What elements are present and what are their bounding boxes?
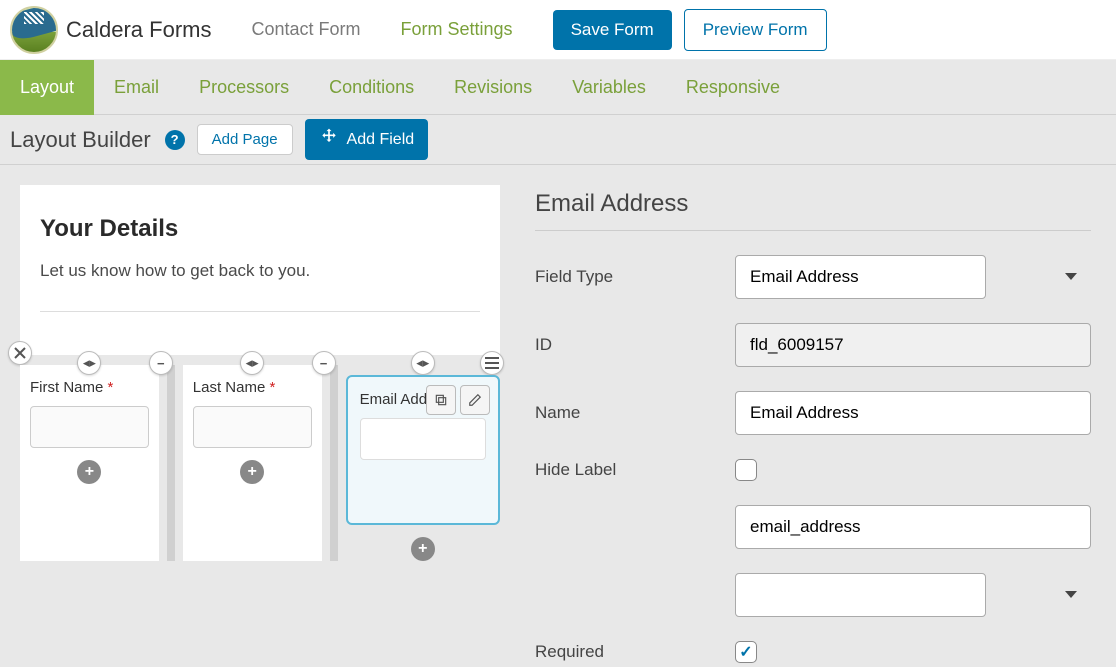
add-field-button[interactable]: Add Field (305, 119, 429, 160)
resize-col-icon[interactable]: ◂▸ (77, 351, 101, 375)
add-field-in-col-icon[interactable]: + (411, 537, 435, 561)
edit-field-icon[interactable] (460, 385, 490, 415)
email-input[interactable] (360, 418, 486, 460)
brand-text: Caldera Forms (66, 17, 211, 43)
add-field-label: Add Field (347, 131, 415, 149)
prop-field-type: Field Type (535, 255, 1091, 299)
properties-panel: Email Address Field Type ID Name Hide La… (500, 165, 1116, 667)
tab-contact-form[interactable]: Contact Form (231, 0, 380, 60)
panel-title: Email Address (535, 190, 1091, 218)
move-icon (319, 127, 339, 152)
toolbar: Layout Builder ? Add Page Add Field (0, 115, 1116, 165)
field-col-email-selected[interactable]: Email Address * (346, 375, 500, 525)
row-menu-icon[interactable] (480, 351, 504, 375)
id-input[interactable] (735, 323, 1091, 367)
form-preview-section: Your Details Let us know how to get back… (20, 185, 500, 355)
tab-form-settings[interactable]: Form Settings (381, 0, 533, 60)
prop-slug (535, 505, 1091, 549)
subnav-email[interactable]: Email (94, 60, 179, 115)
prop-id: ID (535, 323, 1091, 367)
brand-wrap: Caldera Forms (10, 6, 231, 54)
logo-icon (10, 6, 58, 54)
required-checkbox[interactable] (735, 641, 757, 663)
field-label-last-name: Last Name * (193, 379, 312, 396)
prop-required: Required (535, 641, 1091, 663)
add-field-in-col-icon[interactable]: + (77, 460, 101, 484)
name-input[interactable] (735, 391, 1091, 435)
slug-input[interactable] (735, 505, 1091, 549)
required-asterisk: * (270, 379, 276, 396)
subnav-layout[interactable]: Layout (0, 60, 94, 115)
resize-col-icon[interactable]: ◂▸ (240, 351, 264, 375)
prop-hide-label: Hide Label (535, 459, 1091, 481)
field-label-first-name: First Name * (30, 379, 149, 396)
divider (40, 311, 480, 312)
field-type-select[interactable] (735, 255, 986, 299)
help-icon[interactable]: ? (165, 130, 185, 150)
subnav-variables[interactable]: Variables (552, 60, 666, 115)
form-section-subtitle: Let us know how to get back to you. (40, 261, 480, 281)
header: Caldera Forms Contact Form Form Settings… (0, 0, 1116, 60)
panel-divider (535, 230, 1091, 231)
field-row: ◂▸ − First Name * + ◂▸ − (20, 355, 500, 561)
last-name-input[interactable] (193, 406, 312, 448)
subnav: Layout Email Processors Conditions Revis… (0, 60, 1116, 115)
subnav-revisions[interactable]: Revisions (434, 60, 552, 115)
remove-col-icon[interactable]: − (149, 351, 173, 375)
form-section-title: Your Details (40, 215, 480, 243)
add-field-in-col-icon[interactable]: + (240, 460, 264, 484)
prop-extra-select (535, 573, 1091, 617)
required-asterisk: * (108, 379, 114, 396)
extra-select[interactable] (735, 573, 986, 617)
subnav-responsive[interactable]: Responsive (666, 60, 800, 115)
remove-col-icon[interactable]: − (312, 351, 336, 375)
hide-label-checkbox[interactable] (735, 459, 757, 481)
add-page-button[interactable]: Add Page (197, 124, 293, 155)
field-type-label: Field Type (535, 267, 735, 287)
hide-label-label: Hide Label (535, 460, 735, 480)
field-col-last-name[interactable]: ◂▸ − Last Name * + (183, 365, 322, 561)
toolbar-title: Layout Builder (10, 127, 151, 153)
id-label: ID (535, 335, 735, 355)
name-label: Name (535, 403, 735, 423)
close-row-icon[interactable] (8, 341, 32, 365)
col-divider[interactable] (330, 365, 338, 561)
field-col-first-name[interactable]: ◂▸ − First Name * + (20, 365, 159, 561)
subnav-conditions[interactable]: Conditions (309, 60, 434, 115)
resize-col-icon[interactable]: ◂▸ (411, 351, 435, 375)
first-name-input[interactable] (30, 406, 149, 448)
save-form-button[interactable]: Save Form (553, 10, 672, 50)
main: Your Details Let us know how to get back… (0, 165, 1116, 667)
subnav-processors[interactable]: Processors (179, 60, 309, 115)
prop-name: Name (535, 391, 1091, 435)
col-divider[interactable] (167, 365, 175, 561)
preview-form-button[interactable]: Preview Form (684, 9, 827, 51)
required-label: Required (535, 642, 735, 662)
left-pane: Your Details Let us know how to get back… (0, 165, 500, 667)
duplicate-field-icon[interactable] (426, 385, 456, 415)
